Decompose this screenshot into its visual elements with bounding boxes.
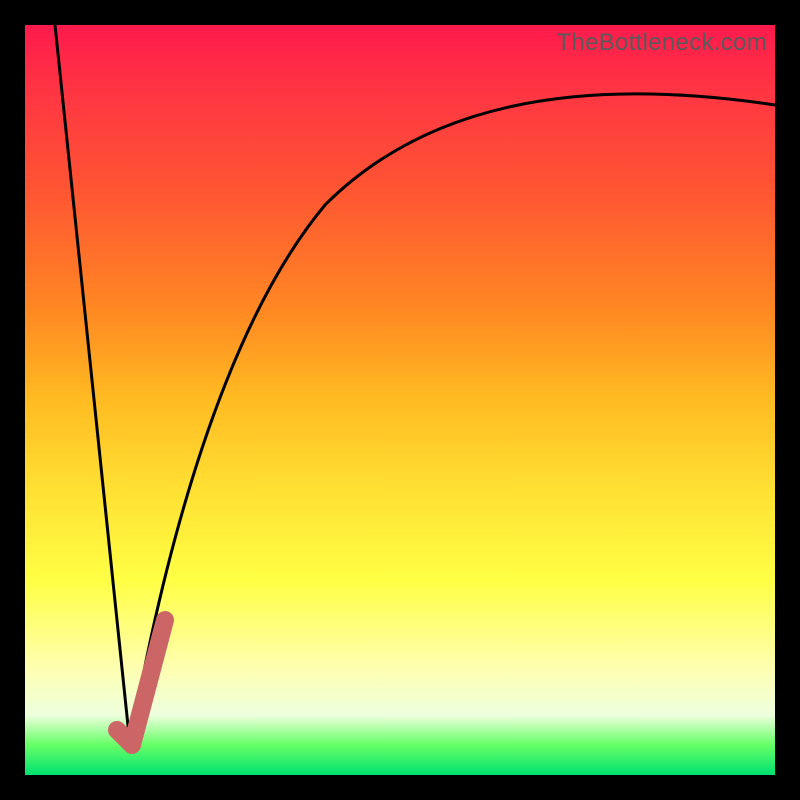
curve-layer bbox=[25, 25, 775, 775]
right-rising-curve bbox=[130, 94, 775, 745]
watermark-text: TheBottleneck.com bbox=[556, 29, 767, 57]
bottleneck-plot-area: TheBottleneck.com bbox=[25, 25, 775, 775]
left-falling-line bbox=[55, 25, 130, 745]
